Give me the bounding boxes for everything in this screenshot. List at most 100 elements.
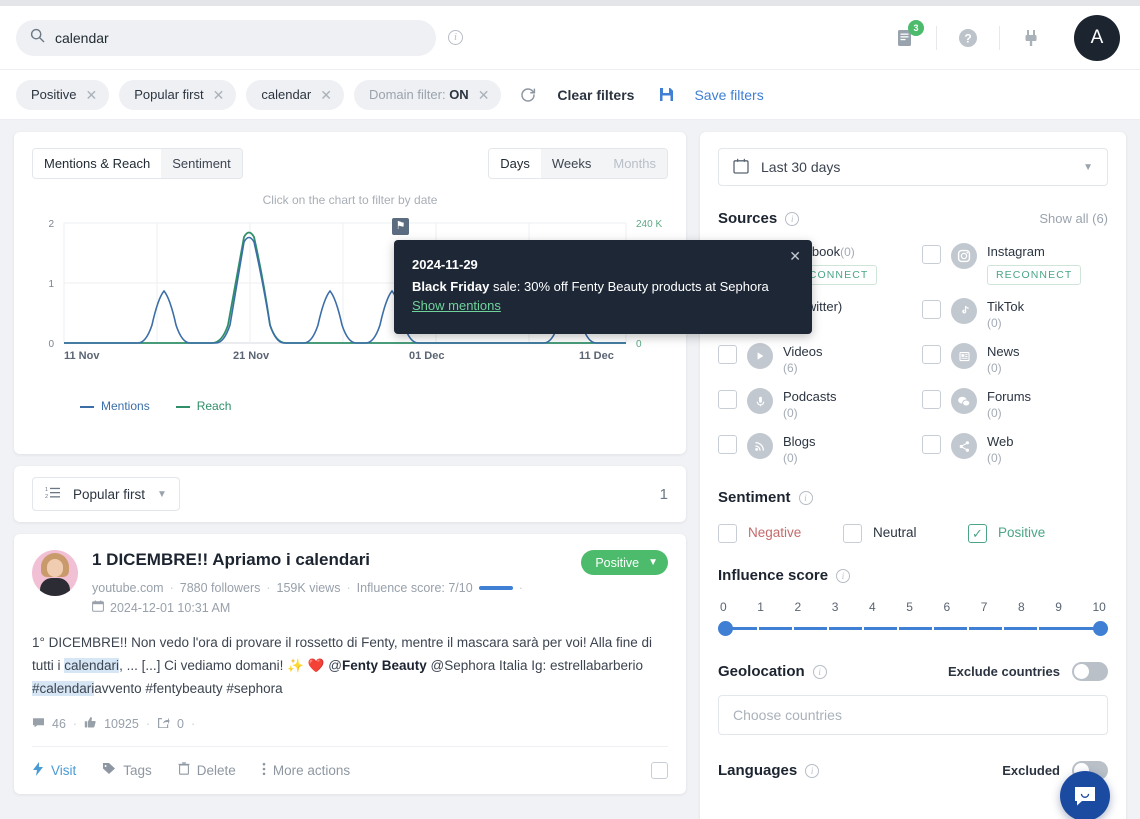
source-count: (0): [987, 406, 1031, 420]
x-tick-label: 11 Nov: [64, 350, 99, 362]
event-flag-icon[interactable]: ⚑: [392, 218, 409, 235]
kebab-menu-icon: [262, 762, 266, 779]
close-icon[interactable]: ✕: [789, 246, 801, 266]
sentiment-option-positive[interactable]: ✓ Positive: [968, 522, 1093, 543]
exclude-countries-toggle[interactable]: [1072, 662, 1108, 681]
reconnect-button[interactable]: RECONNECT: [987, 265, 1081, 285]
source-count: (0): [783, 406, 836, 420]
mention-source[interactable]: youtube.com: [92, 581, 164, 595]
slider-knob-min[interactable]: [718, 621, 733, 636]
mention-keyword-highlight: #calendari: [32, 681, 94, 696]
visit-button[interactable]: Visit: [32, 762, 76, 779]
tab-weeks[interactable]: Weeks: [541, 149, 603, 178]
info-icon[interactable]: i: [813, 665, 827, 679]
filter-chip-popular-first[interactable]: Popular first ✕: [119, 80, 236, 110]
news-icon: [951, 343, 977, 369]
chart-granularity-tabs: Days Weeks Months: [488, 148, 668, 179]
close-icon[interactable]: ✕: [213, 88, 225, 102]
source-checkbox[interactable]: [922, 245, 941, 264]
chip-label: Positive: [31, 87, 77, 102]
source-checkbox[interactable]: [718, 435, 737, 454]
delete-button[interactable]: Delete: [178, 762, 236, 778]
source-item-tiktok[interactable]: TikTok (0): [922, 298, 1108, 330]
search-info-icon[interactable]: i: [448, 30, 463, 45]
mention-body-part: avvento #fentybeauty #sephora: [94, 681, 282, 696]
avatar: [32, 550, 78, 596]
mention-date-row: 2024-12-01 10:31 AM: [92, 600, 668, 615]
legend-item-reach[interactable]: Reach: [176, 399, 232, 413]
clear-filters-button[interactable]: Clear filters: [557, 87, 634, 103]
search-field-wrapper[interactable]: [16, 20, 436, 56]
source-checkbox[interactable]: [922, 345, 941, 364]
tab-mentions-reach[interactable]: Mentions & Reach: [33, 149, 161, 178]
close-icon[interactable]: ✕: [86, 88, 98, 102]
legend-item-mentions[interactable]: Mentions: [80, 399, 150, 413]
scale-tick: 7: [981, 600, 988, 614]
refresh-icon[interactable]: [519, 86, 537, 104]
sentiment-checkbox[interactable]: [718, 524, 737, 543]
source-checkbox[interactable]: [922, 300, 941, 319]
influence-score-slider[interactable]: [718, 620, 1108, 638]
sentiment-checkbox[interactable]: [843, 524, 862, 543]
calendar-icon: [733, 158, 749, 177]
tags-button[interactable]: Tags: [102, 762, 152, 778]
info-icon[interactable]: i: [799, 491, 813, 505]
sentiment-badge[interactable]: Positive ▼: [581, 550, 668, 575]
save-filters-button[interactable]: Save filters: [694, 87, 763, 103]
mention-title[interactable]: 1 DICEMBRE!! Apriamo i calendari: [92, 550, 370, 570]
exclude-languages-label: Excluded: [1002, 763, 1060, 778]
source-checkbox[interactable]: [922, 390, 941, 409]
svg-text:1: 1: [48, 279, 54, 290]
languages-section-header: Languages i Excluded: [718, 761, 1108, 780]
sentiment-checkbox[interactable]: ✓: [968, 524, 987, 543]
close-icon[interactable]: ✕: [478, 88, 490, 102]
sort-dropdown[interactable]: 12 Popular first ▼: [32, 477, 180, 511]
info-icon[interactable]: i: [836, 569, 850, 583]
mention-followers: 7880 followers: [180, 581, 261, 595]
save-icon[interactable]: [658, 86, 674, 103]
show-all-sources-button[interactable]: Show all (6): [1039, 211, 1108, 226]
integrations-button[interactable]: [1000, 18, 1062, 58]
source-checkbox[interactable]: [718, 345, 737, 364]
source-name: Videos: [783, 344, 823, 359]
more-actions-button[interactable]: More actions: [262, 762, 350, 779]
filter-chip-domain-filter[interactable]: Domain filter: ON ✕: [354, 80, 501, 110]
scale-tick: 2: [795, 600, 802, 614]
source-item-forums[interactable]: Forums (0): [922, 388, 1108, 420]
show-mentions-link[interactable]: Show mentions: [412, 298, 501, 313]
source-item-blogs[interactable]: Blogs (0): [718, 433, 904, 465]
search-input[interactable]: [55, 30, 422, 46]
source-item-videos[interactable]: Videos (6): [718, 343, 904, 375]
mention-meta: youtube.com· 7880 followers· 159K views·…: [92, 581, 668, 595]
choose-countries-input[interactable]: Choose countries: [718, 695, 1108, 735]
slider-knob-max[interactable]: [1093, 621, 1108, 636]
chevron-down-icon: ▼: [648, 557, 658, 568]
chart-x-axis: 11 Nov 21 Nov 01 Dec 11 Dec: [32, 350, 668, 364]
chat-bubble-icon[interactable]: [1060, 771, 1110, 819]
source-checkbox[interactable]: [718, 390, 737, 409]
sentiment-options: Negative Neutral ✓ Positive: [718, 522, 1108, 543]
user-avatar[interactable]: A: [1074, 15, 1120, 61]
close-icon[interactable]: ✕: [320, 88, 332, 102]
tab-months[interactable]: Months: [602, 149, 667, 178]
left-column: Mentions & Reach Sentiment Days Weeks Mo…: [14, 132, 686, 819]
tab-days[interactable]: Days: [489, 149, 541, 178]
source-item-news[interactable]: News (0): [922, 343, 1108, 375]
source-item-podcasts[interactable]: Podcasts (0): [718, 388, 904, 420]
source-item-web[interactable]: Web (0): [922, 433, 1108, 465]
filter-chip-positive[interactable]: Positive ✕: [16, 80, 109, 110]
date-range-selector[interactable]: Last 30 days ▼: [718, 148, 1108, 186]
help-button[interactable]: ?: [937, 18, 999, 58]
web-share-icon: [951, 433, 977, 459]
source-item-instagram[interactable]: Instagram RECONNECT: [922, 243, 1108, 285]
tab-sentiment[interactable]: Sentiment: [161, 149, 242, 178]
filter-chip-calendar[interactable]: calendar ✕: [246, 80, 344, 110]
mention-select-checkbox[interactable]: [651, 762, 668, 779]
reports-button[interactable]: 3: [874, 18, 936, 58]
info-icon[interactable]: i: [785, 212, 799, 226]
source-checkbox[interactable]: [922, 435, 941, 454]
source-name: News: [987, 344, 1020, 359]
info-icon[interactable]: i: [805, 764, 819, 778]
sentiment-option-neutral[interactable]: Neutral: [843, 522, 968, 543]
sentiment-option-negative[interactable]: Negative: [718, 522, 843, 543]
